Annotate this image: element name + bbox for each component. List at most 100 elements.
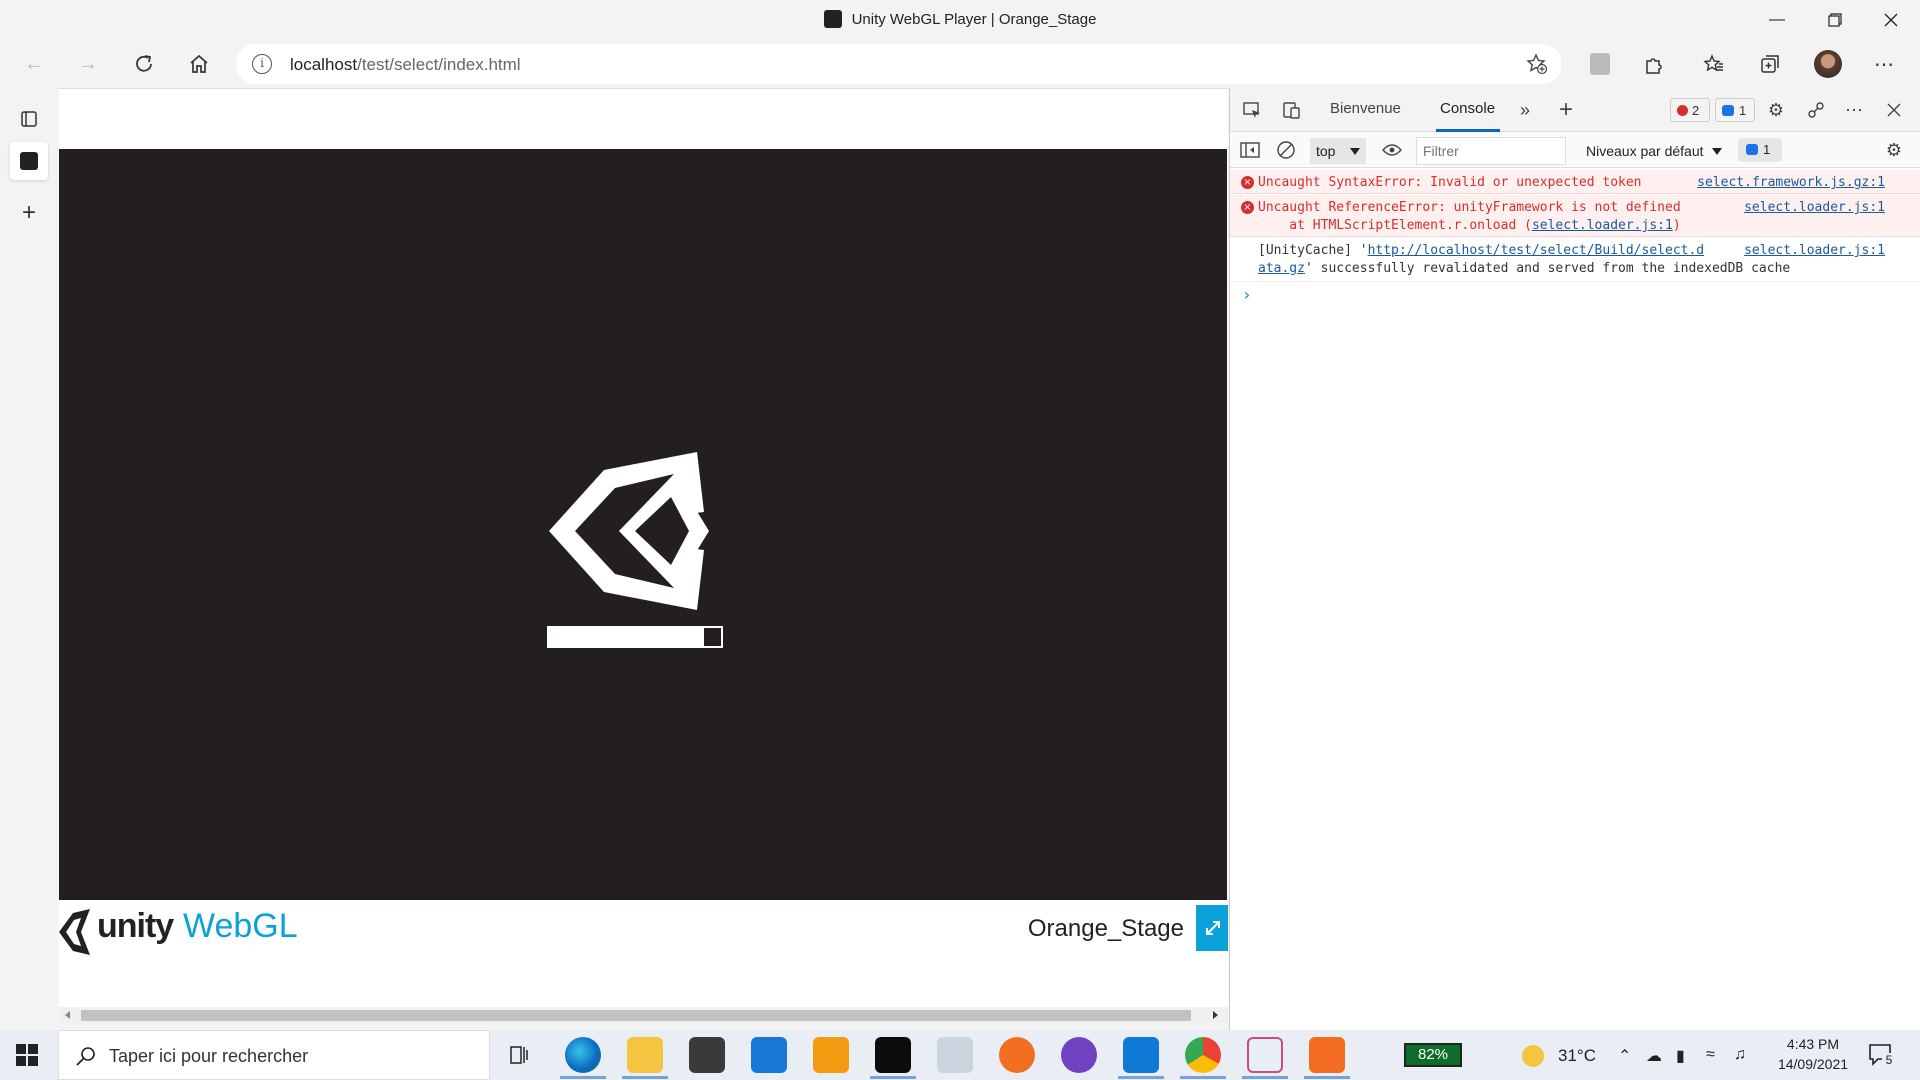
info-count-badge[interactable]: 1 — [1715, 98, 1755, 122]
footer-unity-text: unity — [97, 907, 174, 945]
clock-time[interactable]: 4:43 PM — [1770, 1036, 1856, 1052]
live-expression-eye-icon[interactable] — [1380, 138, 1404, 162]
more-tabs-icon[interactable]: » — [1513, 98, 1537, 122]
navigation-bar: ← → i localhost/test/select/index.html ⋯ — [0, 40, 1920, 88]
console-toolbar: top Niveaux par défaut 1 ⚙ — [1230, 132, 1920, 168]
inspect-element-icon[interactable] — [1240, 98, 1264, 122]
show-sidebar-icon[interactable] — [1238, 138, 1262, 162]
restore-button[interactable] — [1806, 0, 1864, 40]
window-title: Unity WebGL Player | Orange_Stage — [851, 11, 1097, 28]
notifications-button[interactable]: 5 — [1868, 1043, 1896, 1067]
active-tab-unity[interactable] — [10, 142, 48, 180]
refresh-button[interactable] — [126, 46, 162, 82]
cache-url-link[interactable]: http://localhost/test/select/Build/selec… — [1368, 243, 1705, 258]
fullscreen-button[interactable] — [1196, 905, 1228, 951]
unity-logo-icon — [549, 452, 709, 610]
notification-count: 5 — [1882, 1053, 1896, 1067]
taskbar-photos-icon[interactable] — [937, 1037, 973, 1073]
taskbar-xampp-icon[interactable] — [1309, 1037, 1345, 1073]
error-count-badge[interactable]: 2 — [1670, 98, 1710, 122]
device-emulation-icon[interactable] — [1280, 98, 1304, 122]
minimize-button[interactable]: — — [1748, 0, 1806, 40]
favorites-icon[interactable] — [1696, 46, 1732, 82]
scroll-right-arrow-icon[interactable] — [1213, 1011, 1218, 1019]
taskbar-file-explorer-icon[interactable] — [627, 1037, 663, 1073]
forward-button[interactable]: → — [70, 46, 106, 82]
unity-mark-icon — [59, 909, 90, 955]
url-text[interactable]: localhost/test/select/index.html — [290, 55, 521, 75]
taskbar-mail-icon[interactable] — [751, 1037, 787, 1073]
new-tab-button[interactable]: + — [10, 194, 48, 232]
site-info-icon[interactable]: i — [252, 54, 272, 74]
taskbar-swift-icon[interactable] — [999, 1037, 1035, 1073]
add-favorite-icon[interactable] — [1526, 53, 1548, 80]
taskbar-sublime-text-icon[interactable] — [813, 1037, 849, 1073]
windows-logo-icon — [16, 1044, 38, 1066]
tab-actions-icon[interactable] — [10, 100, 48, 138]
search-icon — [76, 1047, 95, 1066]
console-settings-icon[interactable]: ⚙ — [1882, 138, 1906, 162]
close-devtools-icon[interactable] — [1882, 98, 1906, 122]
clock-date[interactable]: 14/09/2021 — [1766, 1056, 1860, 1072]
dropdown-arrow-icon — [1712, 148, 1722, 155]
source-link[interactable]: select.framework.js.gz:1 — [1697, 174, 1885, 192]
task-view-icon[interactable] — [508, 1044, 530, 1071]
prompt-chevron-icon: › — [1242, 285, 1252, 304]
tab-console[interactable]: Console — [1440, 100, 1495, 117]
page-viewport: unity WebGL Orange_Stage — [59, 88, 1228, 1023]
console-prompt[interactable]: › — [1230, 284, 1920, 308]
game-title: Orange_Stage — [1027, 915, 1184, 942]
console-log-message: [UnityCache] 'http://localhost/test/sele… — [1230, 238, 1920, 282]
horizontal-scrollbar[interactable] — [59, 1007, 1228, 1023]
taskbar-chrome-icon[interactable] — [1185, 1037, 1221, 1073]
error-icon — [1677, 105, 1688, 116]
scroll-left-arrow-icon[interactable] — [65, 1011, 70, 1019]
dropdown-arrow-icon — [1350, 148, 1360, 155]
collections-icon[interactable] — [1752, 46, 1788, 82]
back-button[interactable]: ← — [16, 46, 52, 82]
stack-source-link[interactable]: select.loader.js:1 — [1532, 218, 1673, 233]
onedrive-cloud-icon[interactable]: ☁ — [1646, 1046, 1662, 1066]
clear-console-icon[interactable] — [1274, 138, 1298, 162]
log-levels-select[interactable]: Niveaux par défaut — [1578, 138, 1728, 164]
add-tab-icon[interactable]: + — [1554, 96, 1578, 123]
network-wifi-icon[interactable]: ≈ — [1706, 1046, 1715, 1064]
loading-progress-fill — [549, 628, 704, 646]
cache-url-link-continued[interactable]: ata.gz — [1258, 261, 1305, 276]
console-filter-input[interactable] — [1416, 137, 1566, 165]
battery-tray-icon[interactable]: ▮ — [1676, 1046, 1685, 1066]
more-options-icon[interactable]: ⋯ — [1866, 46, 1902, 82]
extensions-puzzle-icon[interactable] — [1636, 46, 1672, 82]
address-bar[interactable]: i localhost/test/select/index.html — [236, 44, 1562, 84]
taskbar-search-box[interactable]: Taper ici pour rechercher — [58, 1030, 490, 1080]
issues-count-badge[interactable]: 1 — [1738, 138, 1782, 162]
context-select[interactable]: top — [1310, 138, 1366, 164]
taskbar-terminal-icon[interactable] — [875, 1037, 911, 1073]
dock-options-icon[interactable] — [1804, 98, 1828, 122]
taskbar-vscode-icon[interactable] — [1123, 1037, 1159, 1073]
temperature-text[interactable]: 31°C — [1558, 1046, 1596, 1066]
weather-icon[interactable] — [1522, 1045, 1544, 1067]
taskbar-github-desktop-icon[interactable] — [1061, 1037, 1097, 1073]
unity-canvas[interactable] — [59, 149, 1227, 900]
volume-icon[interactable]: ♫ — [1734, 1046, 1746, 1064]
extension-icon[interactable] — [1582, 46, 1618, 82]
close-window-button[interactable] — [1862, 0, 1920, 40]
loading-progress-bar — [547, 626, 723, 648]
taskbar-snipping-tool-icon[interactable] — [1247, 1037, 1283, 1073]
source-link[interactable]: select.loader.js:1 — [1744, 242, 1885, 260]
home-button[interactable] — [181, 46, 217, 82]
scrollbar-thumb[interactable] — [81, 1010, 1191, 1021]
title-bar: Unity WebGL Player | Orange_Stage — — [0, 0, 1920, 40]
devtools-more-icon[interactable]: ⋯ — [1842, 98, 1866, 122]
devtools-settings-icon[interactable]: ⚙ — [1764, 98, 1788, 122]
battery-indicator[interactable]: 82% — [1404, 1043, 1462, 1067]
profile-avatar[interactable] — [1810, 46, 1846, 82]
tab-bienvenue[interactable]: Bienvenue — [1330, 100, 1401, 117]
expand-icon — [1206, 921, 1220, 935]
show-hidden-icons-chevron-icon[interactable]: ⌃ — [1618, 1046, 1631, 1066]
start-button[interactable] — [16, 1044, 38, 1071]
taskbar-edge-icon[interactable] — [565, 1037, 601, 1073]
taskbar-store-icon[interactable] — [689, 1037, 725, 1073]
source-link[interactable]: select.loader.js:1 — [1744, 199, 1885, 217]
